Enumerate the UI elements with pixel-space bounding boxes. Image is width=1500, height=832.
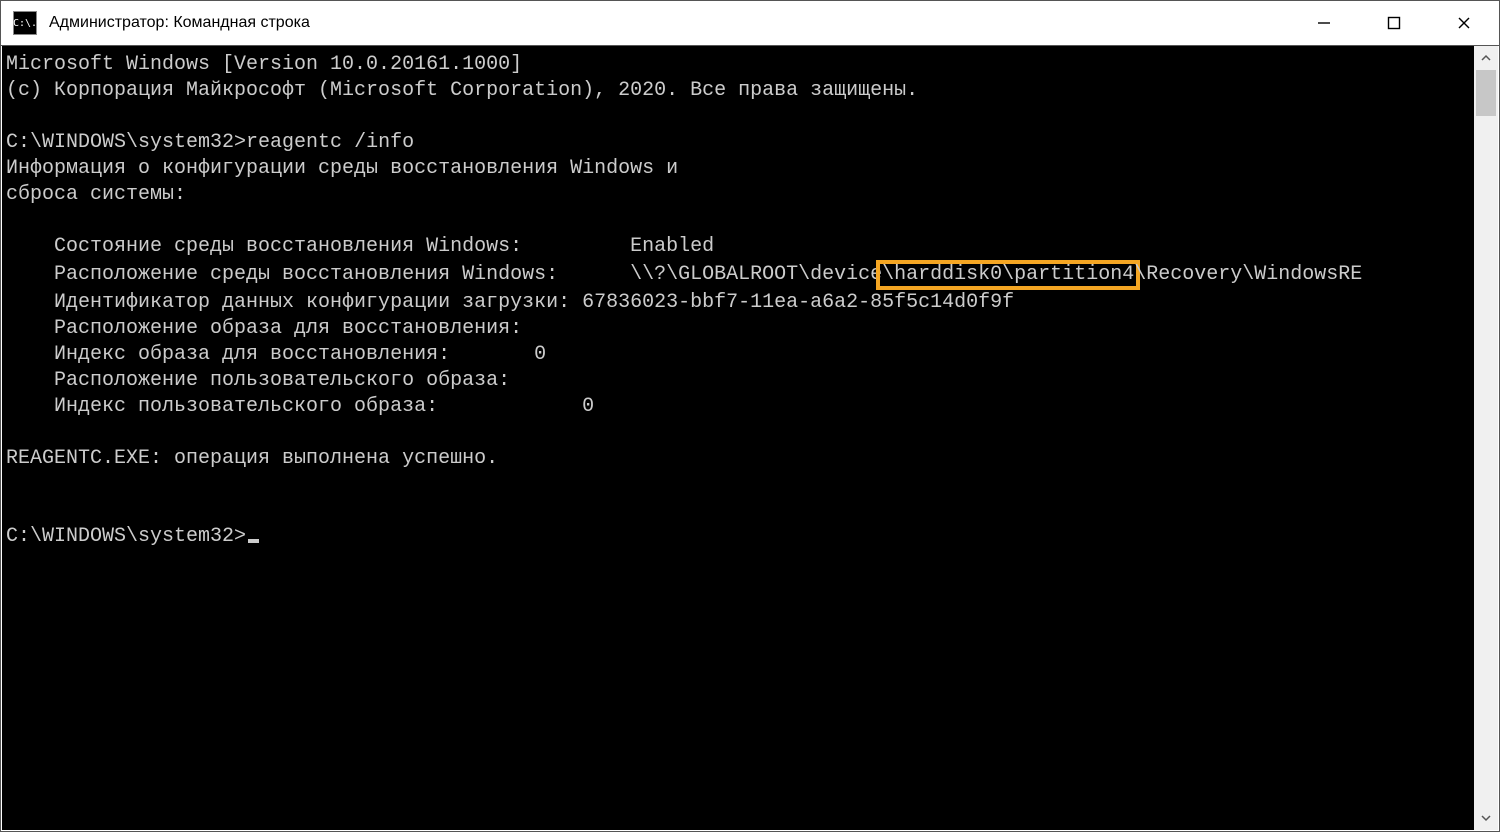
- window-title: Администратор: Командная строка: [49, 14, 310, 32]
- cmd-icon: C:\.: [13, 11, 37, 35]
- scroll-down-button[interactable]: [1474, 806, 1498, 830]
- row-loc-value-post: \Recovery\WindowsRE: [1134, 263, 1362, 286]
- row-reimg-loc: Расположение образа для восстановления:: [6, 317, 522, 340]
- highlight-box: \harddisk0\partition4: [876, 260, 1140, 290]
- terminal-client-area: Microsoft Windows [Version 10.0.20161.10…: [2, 46, 1498, 830]
- version-line: Microsoft Windows [Version 10.0.20161.10…: [6, 53, 522, 76]
- close-button[interactable]: [1429, 1, 1499, 45]
- row-status-value: Enabled: [630, 235, 714, 258]
- info-header-l1: Информация о конфигурации среды восстано…: [6, 157, 678, 180]
- info-header-l2: сброса системы:: [6, 183, 186, 206]
- chevron-down-icon: [1481, 813, 1491, 823]
- terminal-output[interactable]: Microsoft Windows [Version 10.0.20161.10…: [2, 46, 1474, 830]
- row-loc-value-highlight: \harddisk0\partition4: [882, 263, 1134, 286]
- window-titlebar: C:\. Администратор: Командная строка: [1, 1, 1499, 46]
- minimize-button[interactable]: [1289, 1, 1359, 45]
- close-icon: [1457, 16, 1471, 30]
- row-reimg-idx: Индекс образа для восстановления: 0: [6, 343, 546, 366]
- row-loc-value-pre: \\?\GLOBALROOT\device: [630, 263, 882, 286]
- row-status-label: Состояние среды восстановления Windows:: [6, 235, 630, 258]
- row-custom-loc: Расположение пользовательского образа:: [6, 369, 510, 392]
- cursor: [248, 539, 259, 543]
- copyright-line: (c) Корпорация Майкрософт (Microsoft Cor…: [6, 79, 918, 102]
- minimize-icon: [1317, 16, 1331, 30]
- prompt-1-path: C:\WINDOWS\system32>: [6, 131, 246, 154]
- scroll-up-button[interactable]: [1474, 46, 1498, 70]
- window-controls: [1289, 1, 1499, 45]
- cmd-icon-text: C:\.: [13, 18, 37, 29]
- maximize-button[interactable]: [1359, 1, 1429, 45]
- success-line: REAGENTC.EXE: операция выполнена успешно…: [6, 447, 498, 470]
- prompt-2-path: C:\WINDOWS\system32>: [6, 525, 246, 548]
- row-custom-idx: Индекс пользовательского образа: 0: [6, 395, 594, 418]
- row-bcd: Идентификатор данных конфигурации загруз…: [6, 291, 1014, 314]
- chevron-up-icon: [1481, 53, 1491, 63]
- maximize-icon: [1387, 16, 1401, 30]
- scrollbar-thumb[interactable]: [1476, 70, 1496, 116]
- prompt-1-cmd: reagentc /info: [246, 131, 414, 154]
- row-loc-label: Расположение среды восстановления Window…: [6, 263, 630, 286]
- scrollbar-track[interactable]: [1474, 70, 1498, 806]
- vertical-scrollbar[interactable]: [1474, 46, 1498, 830]
